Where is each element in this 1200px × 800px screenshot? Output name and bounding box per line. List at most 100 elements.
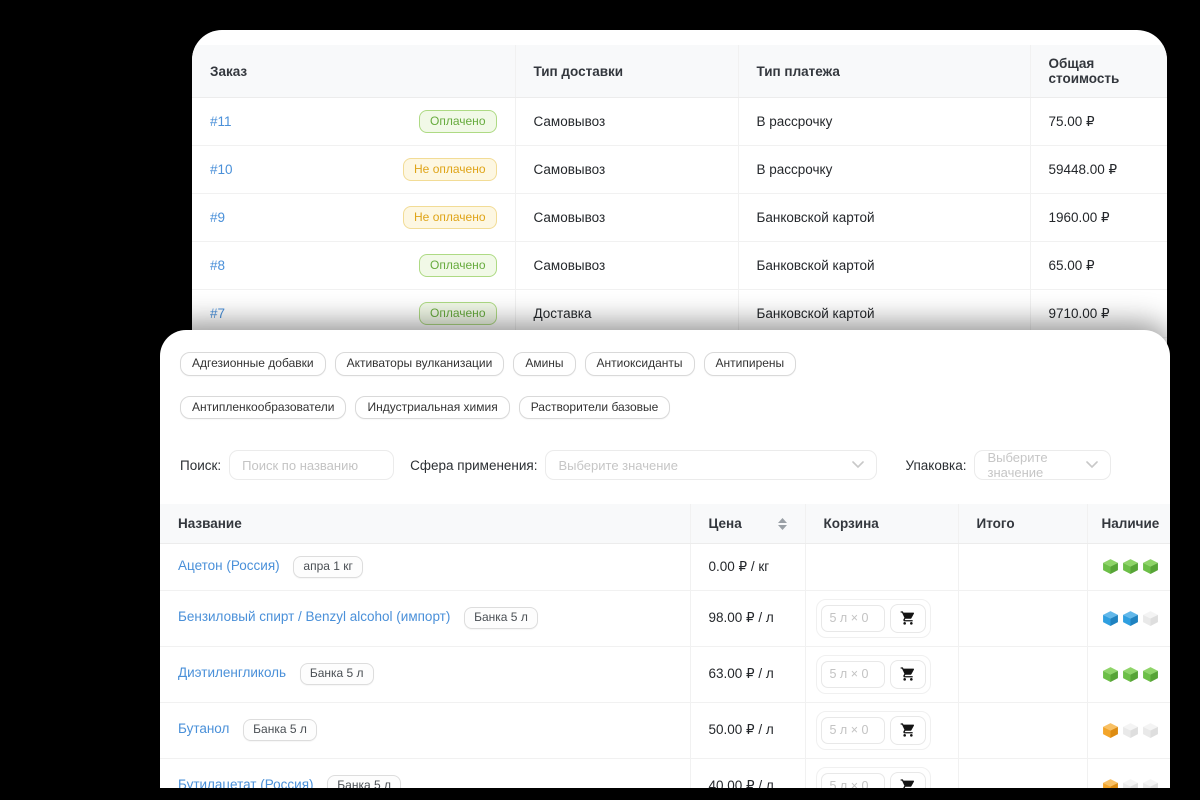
category-chip[interactable]: Активаторы вулканизации	[335, 352, 505, 376]
order-link[interactable]: #10	[210, 162, 233, 177]
quantity-input[interactable]	[821, 605, 885, 632]
order-delivery: Самовывоз	[515, 98, 738, 146]
chevron-down-icon	[852, 461, 864, 469]
stock-cube-icon	[1122, 722, 1139, 739]
order-row: #8 Оплачено Самовывоз Банковской картой …	[192, 242, 1167, 290]
cart-controls	[816, 655, 931, 694]
price-header-label: Цена	[709, 516, 742, 531]
category-chip[interactable]: Антипирены	[704, 352, 797, 376]
products-col-name: Название	[160, 504, 690, 544]
order-link[interactable]: #11	[210, 114, 232, 129]
orders-col-order: Заказ	[192, 45, 515, 98]
search-input[interactable]	[229, 450, 394, 480]
product-row: Ацетон (Россия) апра 1 кг 0.00 ₽ / кг	[160, 544, 1170, 591]
order-status-badge: Оплачено	[419, 254, 496, 277]
order-link[interactable]: #9	[210, 210, 225, 225]
cart-controls	[816, 711, 931, 750]
order-link[interactable]: #7	[210, 306, 225, 321]
product-link[interactable]: Бутилацетат (Россия)	[178, 777, 314, 788]
product-link[interactable]: Диэтиленгликоль	[178, 665, 286, 680]
order-delivery: Самовывоз	[515, 242, 738, 290]
product-package-badge: Банка 5 л	[464, 607, 538, 629]
products-col-sum: Итого	[958, 504, 1087, 544]
product-sum-cell	[958, 590, 1087, 646]
product-price: 50.00 ₽ / л	[690, 702, 805, 758]
orders-panel: Заказ Тип доставки Тип платежа Общая сто…	[192, 30, 1167, 345]
order-status-badge: Оплачено	[419, 302, 496, 325]
add-to-cart-button[interactable]	[890, 772, 926, 788]
quantity-input[interactable]	[821, 661, 885, 688]
add-to-cart-button[interactable]	[890, 716, 926, 745]
category-chip[interactable]: Антиоксиданты	[585, 352, 695, 376]
category-chip[interactable]: Амины	[513, 352, 575, 376]
cart-icon	[900, 778, 916, 788]
product-row: Бензиловый спирт / Benzyl alcohol (импор…	[160, 590, 1170, 646]
product-row: Бутанол Банка 5 л 50.00 ₽ / л	[160, 702, 1170, 758]
order-row: #11 Оплачено Самовывоз В рассрочку 75.00…	[192, 98, 1167, 146]
application-sphere-select[interactable]: Выберите значение	[545, 450, 877, 480]
order-status-badge: Оплачено	[419, 110, 496, 133]
category-filter-chips: Адгезионные добавки Активаторы вулканиза…	[160, 352, 1170, 419]
stock-cube-icon	[1122, 666, 1139, 683]
products-header-row: Название Цена Корзина Итого Наличие	[160, 504, 1170, 544]
stock-cube-icon	[1102, 722, 1119, 739]
stock-cube-icon	[1102, 558, 1119, 575]
product-cart-cell	[805, 544, 958, 591]
stock-cube-icon	[1142, 778, 1159, 788]
product-row: Бутилацетат (Россия) Банка 5 л 40.00 ₽ /…	[160, 758, 1170, 788]
stock-cube-icon	[1102, 610, 1119, 627]
orders-col-total: Общая стоимость	[1030, 45, 1167, 98]
availability-indicator	[1102, 558, 1161, 575]
packaging-label: Упаковка:	[905, 458, 966, 473]
order-total: 59448.00 ₽	[1030, 146, 1167, 194]
product-link[interactable]: Ацетон (Россия)	[178, 558, 280, 573]
product-link[interactable]: Бензиловый спирт / Benzyl alcohol (импор…	[178, 609, 450, 624]
product-package-badge: Банка 5 л	[327, 775, 401, 788]
application-sphere-label: Сфера применения:	[410, 458, 537, 473]
order-row: #10 Не оплачено Самовывоз В рассрочку 59…	[192, 146, 1167, 194]
order-total: 1960.00 ₽	[1030, 194, 1167, 242]
category-chip[interactable]: Адгезионные добавки	[180, 352, 326, 376]
sort-price-icon[interactable]	[778, 518, 787, 530]
order-delivery: Самовывоз	[515, 194, 738, 242]
stock-cube-icon	[1122, 610, 1139, 627]
category-chip[interactable]: Индустриальная химия	[355, 396, 509, 420]
add-to-cart-button[interactable]	[890, 604, 926, 633]
category-chip[interactable]: Антипленкообразователи	[180, 396, 346, 420]
order-payment: Банковской картой	[738, 242, 1030, 290]
availability-indicator	[1102, 610, 1161, 627]
products-col-stock: Наличие	[1087, 504, 1170, 544]
orders-header-row: Заказ Тип доставки Тип платежа Общая сто…	[192, 45, 1167, 98]
product-sum-cell	[958, 702, 1087, 758]
category-chip[interactable]: Растворители базовые	[519, 396, 671, 420]
products-table: Название Цена Корзина Итого Наличие	[160, 504, 1170, 788]
stock-cube-icon	[1122, 778, 1139, 788]
chevron-down-icon	[1086, 461, 1098, 469]
product-package-badge: Банка 5 л	[243, 719, 317, 741]
order-total: 65.00 ₽	[1030, 242, 1167, 290]
cart-icon	[900, 666, 916, 682]
packaging-select[interactable]: Выберите значение	[974, 450, 1111, 480]
order-link[interactable]: #8	[210, 258, 225, 273]
orders-col-payment: Тип платежа	[738, 45, 1030, 98]
quantity-input[interactable]	[821, 717, 885, 744]
stock-cube-icon	[1142, 558, 1159, 575]
catalog-panel: Адгезионные добавки Активаторы вулканиза…	[160, 330, 1170, 788]
order-delivery: Самовывоз	[515, 146, 738, 194]
cart-icon	[900, 722, 916, 738]
availability-indicator	[1102, 722, 1161, 739]
product-sum-cell	[958, 646, 1087, 702]
product-price: 98.00 ₽ / л	[690, 590, 805, 646]
product-sum-cell	[958, 758, 1087, 788]
product-price: 0.00 ₽ / кг	[690, 544, 805, 591]
product-link[interactable]: Бутанол	[178, 721, 229, 736]
search-label: Поиск:	[180, 458, 221, 473]
order-status-badge: Не оплачено	[403, 158, 496, 181]
application-sphere-value: Выберите значение	[558, 458, 677, 473]
order-total: 75.00 ₽	[1030, 98, 1167, 146]
order-payment: В рассрочку	[738, 98, 1030, 146]
cart-icon	[900, 610, 916, 626]
quantity-input[interactable]	[821, 773, 885, 788]
catalog-filters-bar: Поиск: Сфера применения: Выберите значен…	[160, 450, 1170, 480]
add-to-cart-button[interactable]	[890, 660, 926, 689]
